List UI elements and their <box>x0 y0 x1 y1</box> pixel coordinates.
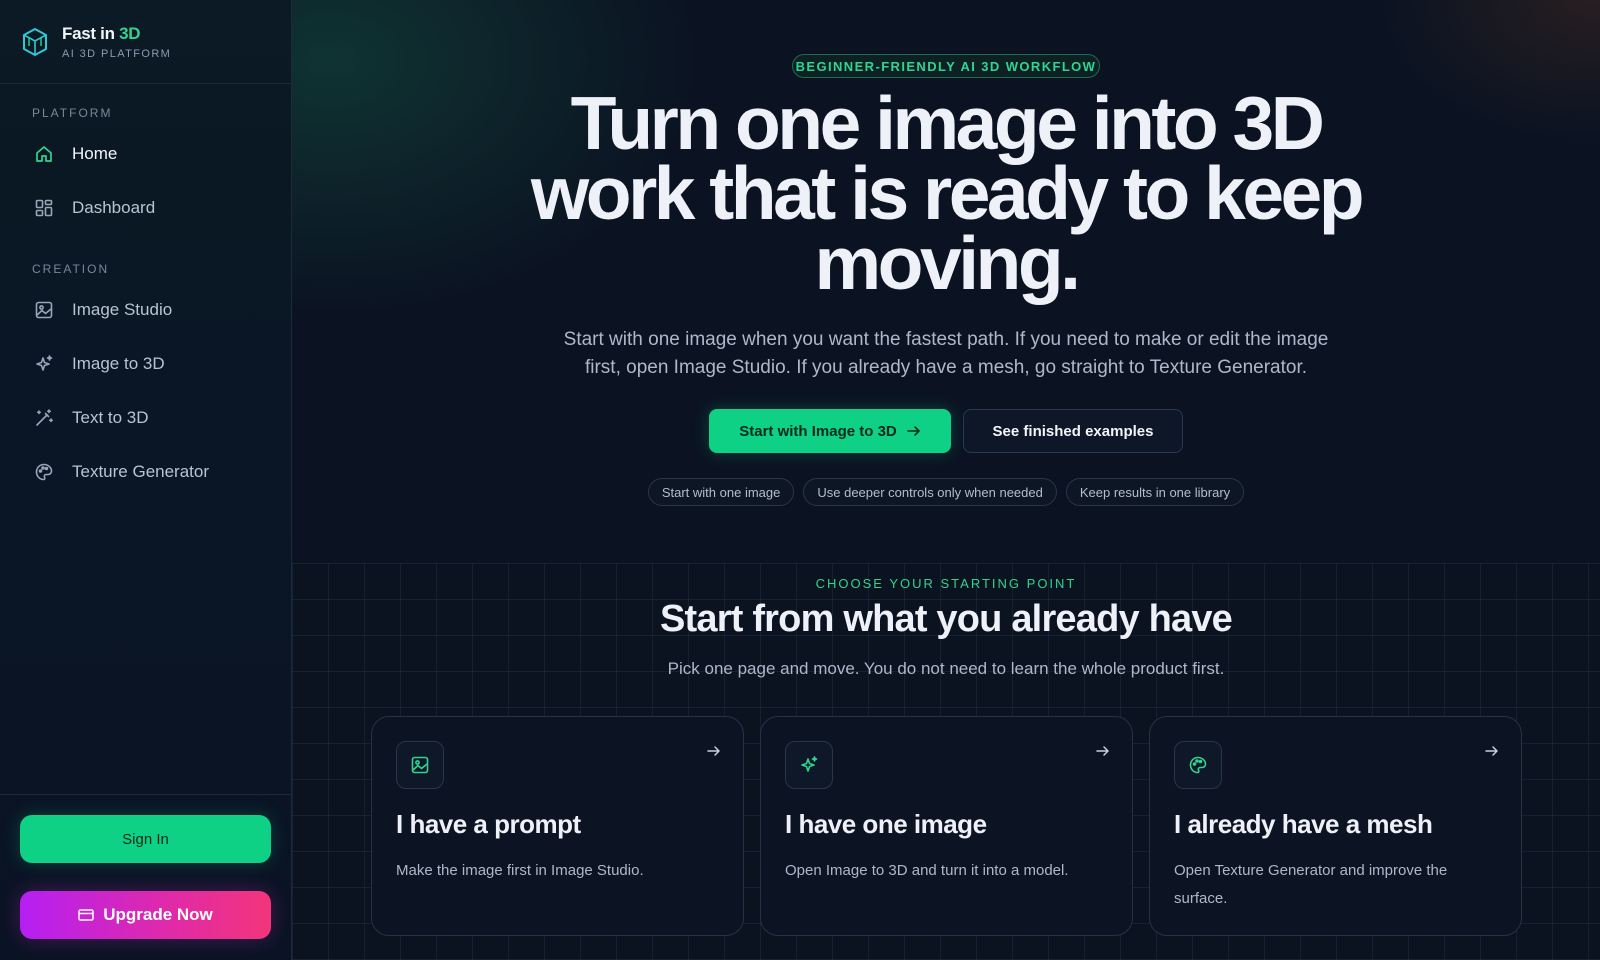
card-title: I have a prompt <box>396 809 581 839</box>
main-content: BEGINNER-FRIENDLY AI 3D WORKFLOW Turn on… <box>292 0 1600 960</box>
section-title: Start from what you already have <box>659 598 1233 640</box>
sidebar: Fast in 3D AI 3D PLATFORM PLATFORM Home … <box>0 0 292 960</box>
card-prompt[interactable]: I have a prompt Make the image first in … <box>371 716 744 936</box>
hero-subtitle: Start with one image when you want the f… <box>563 329 1329 378</box>
hero-section: BEGINNER-FRIENDLY AI 3D WORKFLOW Turn on… <box>292 0 1600 563</box>
see-examples-button[interactable]: See finished examples <box>963 409 1183 453</box>
sidebar-item-label: Text to 3D <box>72 408 149 427</box>
sign-in-button[interactable]: Sign In <box>20 815 271 863</box>
brand-name: Fast in 3D <box>62 24 171 44</box>
card-title: I already have a mesh <box>1174 809 1433 839</box>
dashboard-icon <box>34 198 54 218</box>
sidebar-item-text-to-3d[interactable]: Text to 3D <box>12 394 279 442</box>
card-mesh[interactable]: I already have a mesh Open Texture Gener… <box>1149 716 1522 936</box>
sidebar-item-label: Dashboard <box>72 198 156 217</box>
brand-name-accent: 3D <box>119 23 141 43</box>
sidebar-item-label: Home <box>72 144 118 163</box>
palette-icon <box>1174 741 1222 789</box>
wand-icon <box>34 408 54 428</box>
sidebar-item-home[interactable]: Home <box>12 130 279 178</box>
arrow-right-icon <box>906 425 921 437</box>
sidebar-item-image-to-3d[interactable]: Image to 3D <box>12 340 279 388</box>
sidebar-item-dashboard[interactable]: Dashboard <box>12 184 279 232</box>
sidebar-item-label: Image to 3D <box>72 354 165 373</box>
brand-subtitle: AI 3D PLATFORM <box>62 47 172 60</box>
sidebar-footer: Sign In Upgrade Now <box>0 794 291 960</box>
arrow-right-icon <box>1096 745 1110 757</box>
upgrade-button-label: Upgrade Now <box>103 905 213 924</box>
hero-badge: BEGINNER-FRIENDLY AI 3D WORKFLOW <box>792 54 1100 78</box>
hero-actions: Start with Image to 3D See finished exam… <box>292 409 1600 453</box>
nav-section-creation: CREATION <box>32 262 110 276</box>
home-icon <box>34 144 54 164</box>
starting-point-section: CHOOSE YOUR STARTING POINT Start from wh… <box>292 563 1600 960</box>
feature-chip: Use deeper controls only when needed <box>803 478 1057 506</box>
section-subtitle: Pick one page and move. You do not need … <box>667 659 1225 678</box>
upgrade-button[interactable]: Upgrade Now <box>20 891 271 939</box>
section-eyebrow: CHOOSE YOUR STARTING POINT <box>815 576 1077 591</box>
hero-title: Turn one image into 3D work that is read… <box>530 81 1365 305</box>
sparkles-icon <box>34 354 54 374</box>
arrow-right-icon <box>1485 745 1499 757</box>
card-title: I have one image <box>785 809 987 839</box>
sparkles-icon <box>785 741 833 789</box>
card-description: Make the image first in Image Studio. <box>396 862 644 879</box>
palette-icon <box>34 462 54 482</box>
sidebar-item-image-studio[interactable]: Image Studio <box>12 286 279 334</box>
brand[interactable]: Fast in 3D AI 3D PLATFORM <box>0 0 291 84</box>
image-icon <box>396 741 444 789</box>
sidebar-item-label: Image Studio <box>72 300 173 319</box>
brand-name-prefix: Fast in <box>62 23 120 43</box>
sidebar-item-label: Texture Generator <box>72 462 210 481</box>
nav-section-platform: PLATFORM <box>32 106 113 120</box>
hero-chips: Start with one image Use deeper controls… <box>292 478 1600 506</box>
card-description: Open Image to 3D and turn it into a mode… <box>785 862 1069 879</box>
start-image-to-3d-label: Start with Image to 3D <box>739 422 897 440</box>
card-image[interactable]: I have one image Open Image to 3D and tu… <box>760 716 1133 936</box>
sidebar-item-texture-generator[interactable]: Texture Generator <box>12 448 279 496</box>
logo-cube-icon <box>22 25 50 59</box>
image-icon <box>34 300 54 320</box>
feature-chip: Keep results in one library <box>1065 478 1245 506</box>
feature-chip: Start with one image <box>647 478 795 506</box>
arrow-right-icon <box>707 745 721 757</box>
start-image-to-3d-button[interactable]: Start with Image to 3D <box>709 409 951 453</box>
credit-card-icon <box>78 908 94 922</box>
card-description: Open Texture Generator and improve the s… <box>1174 862 1448 907</box>
